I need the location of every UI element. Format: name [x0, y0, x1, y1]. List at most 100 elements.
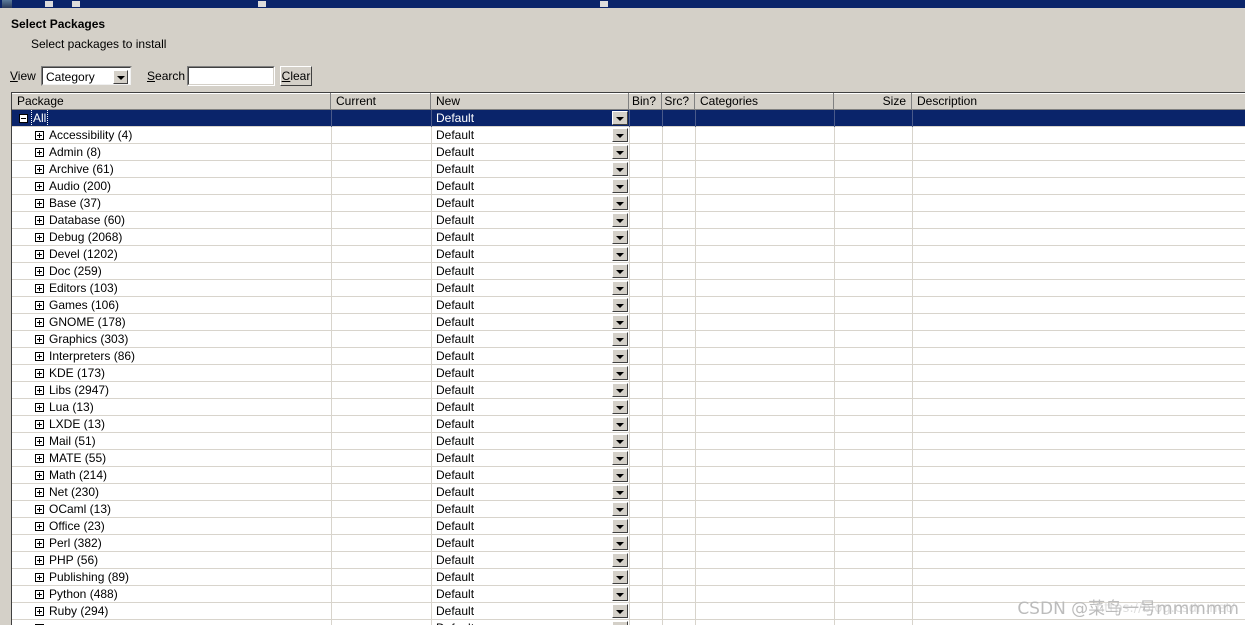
chevron-down-icon[interactable]	[612, 179, 628, 193]
chevron-down-icon[interactable]	[612, 128, 628, 142]
expand-plus-icon[interactable]	[35, 607, 44, 616]
chevron-down-icon[interactable]	[612, 468, 628, 482]
cell-package[interactable]: Publishing (89)	[12, 569, 331, 585]
chevron-down-icon[interactable]	[612, 315, 628, 329]
search-box[interactable]	[187, 66, 275, 86]
expand-plus-icon[interactable]	[35, 335, 44, 344]
chevron-down-icon[interactable]	[612, 230, 628, 244]
expand-plus-icon[interactable]	[35, 369, 44, 378]
chevron-down-icon[interactable]	[612, 519, 628, 533]
expand-plus-icon[interactable]	[35, 454, 44, 463]
package-row[interactable]: Doc (259)Default	[12, 263, 1245, 280]
expand-plus-icon[interactable]	[35, 420, 44, 429]
column-header-size[interactable]: Size	[834, 93, 912, 109]
cell-package[interactable]: Archive (61)	[12, 161, 331, 177]
cell-new[interactable]: Default	[431, 569, 629, 585]
cell-package[interactable]: Devel (1202)	[12, 246, 331, 262]
cell-package[interactable]	[12, 620, 331, 625]
search-input[interactable]	[191, 69, 271, 83]
expand-plus-icon[interactable]	[35, 301, 44, 310]
package-row[interactable]: GNOME (178)Default	[12, 314, 1245, 331]
expand-plus-icon[interactable]	[35, 182, 44, 191]
cell-new[interactable]: Default	[431, 127, 629, 143]
package-row[interactable]: Editors (103)Default	[12, 280, 1245, 297]
cell-new[interactable]: Default	[431, 348, 629, 364]
cell-new[interactable]: Default	[431, 535, 629, 551]
expand-plus-icon[interactable]	[35, 165, 44, 174]
chevron-down-icon[interactable]	[113, 70, 128, 84]
cell-new[interactable]: Default	[431, 552, 629, 568]
expand-plus-icon[interactable]	[35, 471, 44, 480]
cell-new[interactable]: Default	[431, 433, 629, 449]
cell-new[interactable]: Default	[431, 399, 629, 415]
package-row[interactable]: Net (230)Default	[12, 484, 1245, 501]
cell-new[interactable]: Default	[431, 297, 629, 313]
package-row[interactable]: Ruby (294) Default	[12, 603, 1245, 620]
cell-new[interactable]: Default	[431, 229, 629, 245]
expand-plus-icon[interactable]	[35, 267, 44, 276]
chevron-down-icon[interactable]	[612, 536, 628, 550]
cell-new[interactable]: Default	[431, 178, 629, 194]
chevron-down-icon[interactable]	[612, 587, 628, 601]
expand-plus-icon[interactable]	[35, 148, 44, 157]
chevron-down-icon[interactable]	[612, 553, 628, 567]
package-row[interactable]: OCaml (13)Default	[12, 501, 1245, 518]
cell-new[interactable]: Default	[431, 246, 629, 262]
cell-package[interactable]: Ruby (294)	[12, 603, 331, 619]
expand-plus-icon[interactable]	[35, 233, 44, 242]
chevron-down-icon[interactable]	[612, 162, 628, 176]
cell-package[interactable]: Doc (259)	[12, 263, 331, 279]
cell-package[interactable]: MATE (55)	[12, 450, 331, 466]
chevron-down-icon[interactable]	[612, 247, 628, 261]
cell-new[interactable]: Default	[431, 603, 629, 619]
package-row[interactable]: Base (37)Default	[12, 195, 1245, 212]
package-row[interactable]: Audio (200)Default	[12, 178, 1245, 195]
cell-new[interactable]: Default	[431, 144, 629, 160]
cell-package[interactable]: Graphics (303)	[12, 331, 331, 347]
cell-package[interactable]: Lua (13)	[12, 399, 331, 415]
chevron-down-icon[interactable]	[612, 434, 628, 448]
package-row[interactable]: Perl (382)Default	[12, 535, 1245, 552]
package-row[interactable]: PHP (56)Default	[12, 552, 1245, 569]
chevron-down-icon[interactable]	[612, 570, 628, 584]
package-row[interactable]: Publishing (89) Default	[12, 569, 1245, 586]
cell-package[interactable]: Base (37)	[12, 195, 331, 211]
expand-plus-icon[interactable]	[35, 573, 44, 582]
cell-package[interactable]: Python (488)	[12, 586, 331, 602]
chevron-down-icon[interactable]	[612, 502, 628, 516]
column-header-src[interactable]: Src?	[662, 93, 695, 109]
package-row[interactable]: AllDefault	[12, 110, 1245, 127]
chevron-down-icon[interactable]	[612, 349, 628, 363]
package-row[interactable]: Lua (13) Default	[12, 399, 1245, 416]
clear-button[interactable]: Clear	[280, 66, 312, 86]
cell-new[interactable]: Default	[431, 331, 629, 347]
cell-new[interactable]: Default	[431, 467, 629, 483]
package-row[interactable]: Mail (51)Default	[12, 433, 1245, 450]
cell-package[interactable]: Math (214)	[12, 467, 331, 483]
chevron-down-icon[interactable]	[612, 281, 628, 295]
cell-package[interactable]: Games (106)	[12, 297, 331, 313]
cell-new[interactable]: Default	[431, 382, 629, 398]
column-header-categories[interactable]: Categories	[695, 93, 834, 109]
package-row[interactable]: MATE (55)Default	[12, 450, 1245, 467]
cell-new[interactable]: Default	[431, 212, 629, 228]
package-row[interactable]: Math (214) Default	[12, 467, 1245, 484]
cell-package[interactable]: KDE (173)	[12, 365, 331, 381]
chevron-down-icon[interactable]	[612, 451, 628, 465]
cell-package[interactable]: Database (60)	[12, 212, 331, 228]
package-row[interactable]: KDE (173) Default	[12, 365, 1245, 382]
package-row[interactable]: Office (23)Default	[12, 518, 1245, 535]
column-header-package[interactable]: Package	[12, 93, 331, 109]
chevron-down-icon[interactable]	[612, 366, 628, 380]
expand-plus-icon[interactable]	[35, 216, 44, 225]
package-row[interactable]: Debug (2068)Default	[12, 229, 1245, 246]
package-row[interactable]: Games (106) Default	[12, 297, 1245, 314]
expand-plus-icon[interactable]	[35, 318, 44, 327]
chevron-down-icon[interactable]	[612, 111, 628, 125]
cell-package[interactable]: Editors (103)	[12, 280, 331, 296]
package-row[interactable]: Python (488)Default	[12, 586, 1245, 603]
package-row[interactable]: Default	[12, 620, 1245, 625]
expand-plus-icon[interactable]	[35, 437, 44, 446]
cell-new[interactable]: Default	[431, 365, 629, 381]
cell-package[interactable]: GNOME (178)	[12, 314, 331, 330]
